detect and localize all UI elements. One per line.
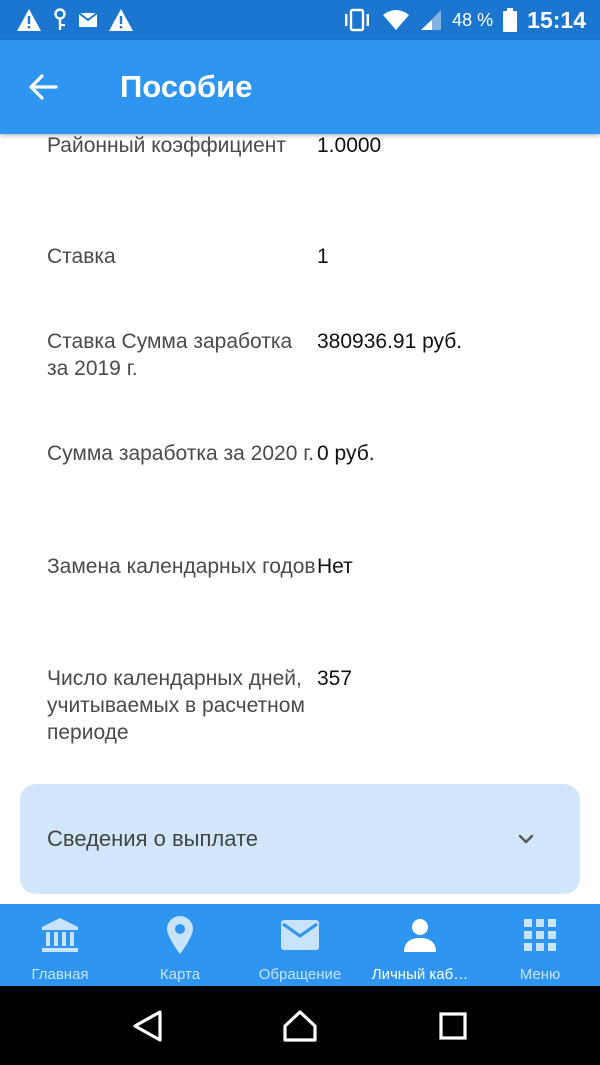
nav-label: Карта xyxy=(159,966,201,983)
mail-icon xyxy=(281,920,319,950)
bank-icon xyxy=(42,918,78,952)
nav-label: Главная xyxy=(31,966,89,983)
bottom-navigation: Главная Карта Обращение Личный каб… Меню xyxy=(0,904,600,986)
warning-icon xyxy=(17,9,41,31)
back-button[interactable] xyxy=(0,40,86,134)
signal-icon xyxy=(421,10,442,30)
system-back-button[interactable] xyxy=(117,996,177,1056)
nav-label: Меню xyxy=(519,966,561,983)
detail-row: Число календарных дней, учитываемых в ра… xyxy=(47,665,587,746)
home-icon xyxy=(283,1009,317,1042)
status-bar: 48 % 15:14 xyxy=(0,0,600,40)
detail-label: Ставка xyxy=(47,245,116,268)
key-icon xyxy=(54,8,66,30)
detail-value: 1 xyxy=(317,245,329,268)
nav-item-menu[interactable]: Меню xyxy=(480,904,600,986)
battery-icon xyxy=(503,8,518,32)
warning-icon xyxy=(109,9,133,31)
person-icon xyxy=(404,919,436,952)
detail-row: Ставка 1 xyxy=(47,243,587,270)
payment-info-accordion[interactable]: Сведения о выплате xyxy=(20,784,580,894)
nav-item-map[interactable]: Карта xyxy=(120,904,240,986)
detail-value: 1.0000 xyxy=(317,134,382,157)
app-bar: Пособие xyxy=(0,40,600,134)
nav-label: Личный каб… xyxy=(371,966,469,983)
detail-row: Ставка Сумма заработка за 2019 г. 380936… xyxy=(47,328,587,382)
chevron-down-icon xyxy=(518,834,534,844)
nav-label: Обращение xyxy=(258,966,342,983)
detail-label: Ставка Сумма заработка за 2019 г. xyxy=(47,330,293,380)
square-recents-icon xyxy=(439,1011,467,1040)
detail-label: Сумма заработка за 2020 г. xyxy=(47,442,315,465)
mail-icon xyxy=(78,12,98,27)
notification-icons xyxy=(16,8,134,32)
detail-row: Сумма заработка за 2020 г. 0 руб. xyxy=(47,440,587,467)
benefit-details[interactable]: Районный коэффициент 1.0000 Ставка 1 Ста… xyxy=(0,134,600,904)
system-recents-button[interactable] xyxy=(423,996,483,1056)
map-pin-icon xyxy=(167,916,193,954)
system-icons: 48 % 15:14 xyxy=(342,7,586,34)
page-title: Пособие xyxy=(120,69,253,104)
detail-row: Замена календарных годов Нет xyxy=(47,553,587,580)
battery-percent: 48 % xyxy=(452,9,494,30)
clock: 15:14 xyxy=(527,6,586,33)
system-navigation-bar xyxy=(0,986,600,1065)
vibrate-icon xyxy=(345,8,370,32)
nav-item-home[interactable]: Главная xyxy=(0,904,120,986)
detail-label: Замена календарных годов xyxy=(47,555,316,578)
nav-item-appeal[interactable]: Обращение xyxy=(240,904,360,986)
detail-value: 380936.91 руб. xyxy=(317,330,463,353)
detail-label: Число календарных дней, учитываемых в ра… xyxy=(47,667,305,744)
triangle-back-icon xyxy=(133,1009,162,1042)
detail-value: 357 xyxy=(317,667,353,690)
detail-label: Районный коэффициент xyxy=(47,134,287,157)
arrow-left-icon xyxy=(29,74,58,100)
nav-item-personal-account[interactable]: Личный каб… xyxy=(360,904,480,986)
accordion-label: Сведения о выплате xyxy=(47,826,259,851)
grid-icon xyxy=(524,919,556,951)
detail-row: Районный коэффициент 1.0000 xyxy=(47,134,587,159)
detail-value: 0 руб. xyxy=(317,442,375,465)
wifi-icon xyxy=(383,10,410,30)
system-home-button[interactable] xyxy=(270,996,330,1056)
detail-value: Нет xyxy=(317,555,353,578)
